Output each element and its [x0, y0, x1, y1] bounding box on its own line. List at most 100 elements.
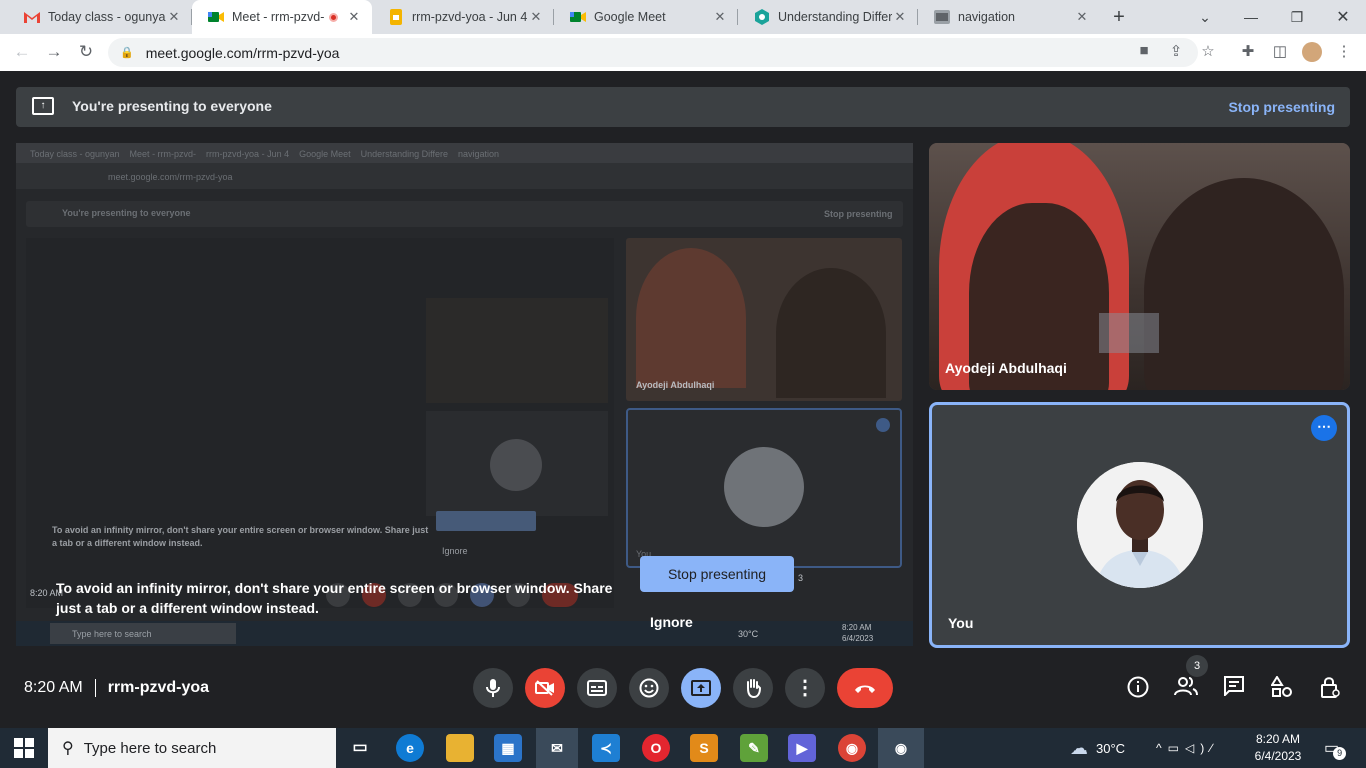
emoji-icon: [639, 678, 659, 698]
stop-presenting-button[interactable]: Stop presenting: [640, 556, 794, 592]
reload-icon[interactable]: ↻: [76, 42, 96, 62]
infinity-mirror-warning: To avoid an infinity mirror, don't share…: [56, 580, 613, 616]
new-tab-button[interactable]: +: [1096, 0, 1142, 34]
mirror-tabs-text: Today class - ogunyan Meet - rrm-pzvd- r…: [30, 149, 500, 159]
maximize-button[interactable]: ❐: [1274, 0, 1320, 34]
mirror-stop-text: Stop presenting: [824, 209, 893, 219]
back-icon[interactable]: ←: [12, 42, 32, 62]
coreldraw-icon[interactable]: ✎: [740, 734, 768, 762]
stop-presenting-link[interactable]: Stop presenting: [1228, 99, 1335, 115]
meeting-time: 8:20 AM: [24, 679, 83, 697]
camera-icon[interactable]: ■: [1134, 42, 1154, 62]
close-window-button[interactable]: ✕: [1320, 0, 1366, 34]
present-icon: [691, 680, 711, 696]
more-options-button[interactable]: ⋮: [785, 668, 825, 708]
people-count-badge: 3: [1186, 655, 1208, 677]
tab-title: Understanding Differe: [778, 10, 892, 24]
clock-date: 6/4/2023: [1254, 749, 1302, 763]
microphone-button[interactable]: [473, 668, 513, 708]
opera-icon[interactable]: O: [642, 734, 670, 762]
mirror-banner-text: You're presenting to everyone: [62, 208, 191, 218]
cloud-icon: ☁: [1070, 737, 1088, 758]
mirror-video-tile: [626, 238, 902, 401]
meeting-details: 8:20 AM rrm-pzvd-yoa: [24, 679, 209, 697]
self-name: You: [948, 615, 974, 631]
mirror-participant-name: Ayodeji Abdulhaqi: [636, 380, 715, 390]
presenting-banner: ↑ You're presenting to everyone Stop pre…: [16, 87, 1350, 127]
system-tray-icons[interactable]: ^▭◁)∕: [1156, 728, 1218, 768]
captions-icon: [587, 680, 607, 696]
tab-google-meet[interactable]: Google Meet ✕: [554, 0, 738, 34]
self-video-tile[interactable]: ⋯ You: [929, 402, 1350, 648]
tab-title: Today class - ogunyan: [48, 10, 166, 24]
meet-icon: [208, 9, 224, 25]
participant-video-tile[interactable]: Ayodeji Abdulhaqi: [929, 143, 1350, 390]
weather-widget[interactable]: ☁ 30°C: [1070, 728, 1125, 768]
recording-icon: [329, 12, 338, 22]
host-controls-icon[interactable]: [1317, 676, 1343, 702]
extensions-icon[interactable]: ✚: [1238, 42, 1258, 62]
captions-button[interactable]: [577, 668, 617, 708]
side-panel-icon[interactable]: ◫: [1270, 42, 1290, 62]
chat-icon[interactable]: [1221, 676, 1247, 702]
chrome-active-icon[interactable]: ◉: [878, 728, 924, 768]
windows-start-icon[interactable]: [14, 738, 34, 758]
omnibox[interactable]: 🔒 meet.google.com/rrm-pzvd-yoa: [108, 38, 1198, 67]
close-icon[interactable]: ✕: [892, 9, 908, 25]
tab-understanding[interactable]: Understanding Differe ✕: [738, 0, 918, 34]
taskbar-clock[interactable]: 8:20 AM 6/4/2023: [1252, 731, 1304, 765]
video-app-icon[interactable]: ▶: [788, 734, 816, 762]
bookmark-star-icon[interactable]: ☆: [1198, 42, 1218, 62]
tab-navigation[interactable]: navigation ✕: [918, 0, 1100, 34]
edge-icon[interactable]: e: [396, 734, 424, 762]
sublime-icon[interactable]: S: [690, 734, 718, 762]
tab-search-chevron-icon[interactable]: ⌄: [1182, 0, 1228, 34]
minimize-button[interactable]: —: [1228, 0, 1274, 34]
mirror-date: 6/4/2023: [842, 634, 874, 643]
gmail-icon: [24, 9, 40, 25]
more-options-icon[interactable]: ⋯: [1311, 415, 1337, 441]
file-explorer-icon[interactable]: [446, 734, 474, 762]
close-icon[interactable]: ✕: [166, 9, 182, 25]
people-icon[interactable]: [1173, 676, 1199, 702]
search-icon: ⚲: [62, 740, 74, 757]
mirror-nested-avatar: [490, 439, 542, 491]
close-icon[interactable]: ✕: [1074, 9, 1090, 25]
mirror-dots: [876, 418, 890, 432]
tab-title: Meet - rrm-pzvd-: [232, 10, 325, 24]
meet-icon: [570, 9, 586, 25]
notification-icon[interactable]: ▭ 9: [1324, 728, 1347, 768]
meeting-info-icon[interactable]: [1125, 676, 1151, 702]
mirror-self-avatar: [724, 447, 804, 527]
tab-meet-active[interactable]: Meet - rrm-pzvd- ✕: [192, 0, 372, 34]
page-icon: [934, 9, 950, 25]
close-icon[interactable]: ✕: [346, 9, 362, 25]
close-icon[interactable]: ✕: [528, 9, 544, 25]
tab-gmail[interactable]: Today class - ogunyan ✕: [8, 0, 192, 34]
store-icon[interactable]: ▦: [494, 734, 522, 762]
camera-off-button[interactable]: [525, 668, 565, 708]
close-icon[interactable]: ✕: [712, 9, 728, 25]
present-screen-button[interactable]: [681, 668, 721, 708]
menu-kebab-icon[interactable]: ⋮: [1334, 42, 1354, 62]
mail-icon[interactable]: ✉: [536, 728, 578, 768]
activities-icon[interactable]: [1269, 675, 1295, 702]
reactions-button[interactable]: [629, 668, 669, 708]
notification-count: 9: [1333, 746, 1347, 760]
share-icon[interactable]: ⇪: [1166, 42, 1186, 62]
taskbar-search[interactable]: ⚲ Type here to search: [48, 728, 336, 768]
profile-avatar[interactable]: [1302, 42, 1322, 62]
chrome-icon[interactable]: ◉: [838, 734, 866, 762]
lock-icon: 🔒: [120, 47, 134, 59]
task-view-icon[interactable]: ▭: [346, 734, 374, 762]
forward-icon[interactable]: →: [44, 42, 64, 62]
raise-hand-button[interactable]: [733, 668, 773, 708]
mirror-url: meet.google.com/rrm-pzvd-yoa: [108, 172, 233, 182]
vscode-icon[interactable]: ≺: [592, 734, 620, 762]
tab-title: navigation: [958, 10, 1015, 24]
leave-call-button[interactable]: [837, 668, 893, 708]
mirror-warning: To avoid an infinity mirror, don't share…: [52, 525, 429, 548]
ignore-button[interactable]: Ignore: [650, 614, 693, 630]
tab-slides[interactable]: rrm-pzvd-yoa - Jun 4, ✕: [372, 0, 554, 34]
meeting-code: rrm-pzvd-yoa: [107, 679, 210, 697]
